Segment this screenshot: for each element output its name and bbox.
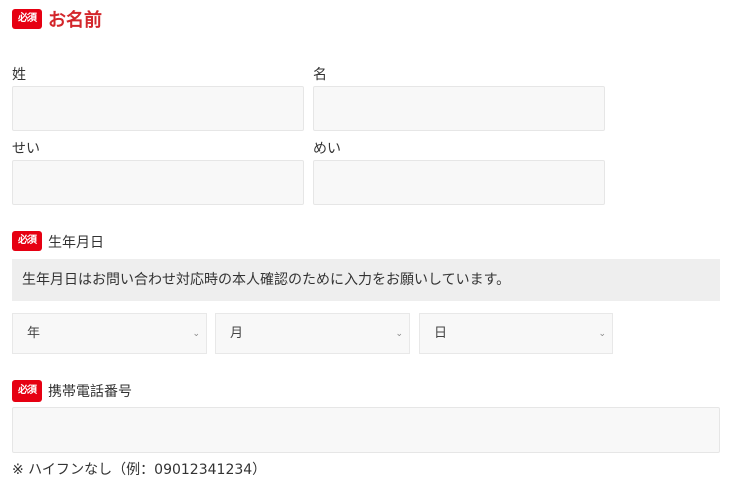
month-select[interactable]: 月 ⌄ — [215, 313, 410, 354]
last-kana-input[interactable] — [12, 160, 304, 205]
month-select-value: 月 — [230, 326, 244, 341]
first-kana-input[interactable] — [313, 160, 605, 205]
required-badge: 必須 — [12, 380, 42, 402]
chevron-down-icon: ⌄ — [192, 329, 200, 339]
day-select[interactable]: 日 ⌄ — [419, 313, 613, 354]
required-badge: 必須 — [12, 9, 42, 29]
last-kana-label: せい — [12, 141, 40, 157]
first-name-input[interactable] — [313, 86, 605, 131]
phone-input[interactable] — [12, 407, 720, 453]
year-select[interactable]: 年 ⌄ — [12, 313, 207, 354]
first-name-label: 名 — [313, 67, 327, 83]
phone-note: ※ ハイフンなし（例：09012341234） — [12, 462, 267, 478]
last-name-input[interactable] — [12, 86, 304, 131]
day-select-value: 日 — [434, 326, 448, 341]
section-title-name: お名前 — [48, 10, 102, 31]
year-select-value: 年 — [27, 326, 41, 341]
section-title-phone: 携帯電話番号 — [48, 384, 132, 400]
first-kana-label: めい — [313, 141, 341, 157]
birthday-notice: 生年月日はお問い合わせ対応時の本人確認のために入力をお願いしています。 — [12, 259, 720, 301]
chevron-down-icon: ⌄ — [395, 329, 403, 339]
required-badge: 必須 — [12, 231, 42, 251]
last-name-label: 姓 — [12, 67, 26, 83]
chevron-down-icon: ⌄ — [598, 329, 606, 339]
section-title-birthday: 生年月日 — [48, 235, 104, 251]
